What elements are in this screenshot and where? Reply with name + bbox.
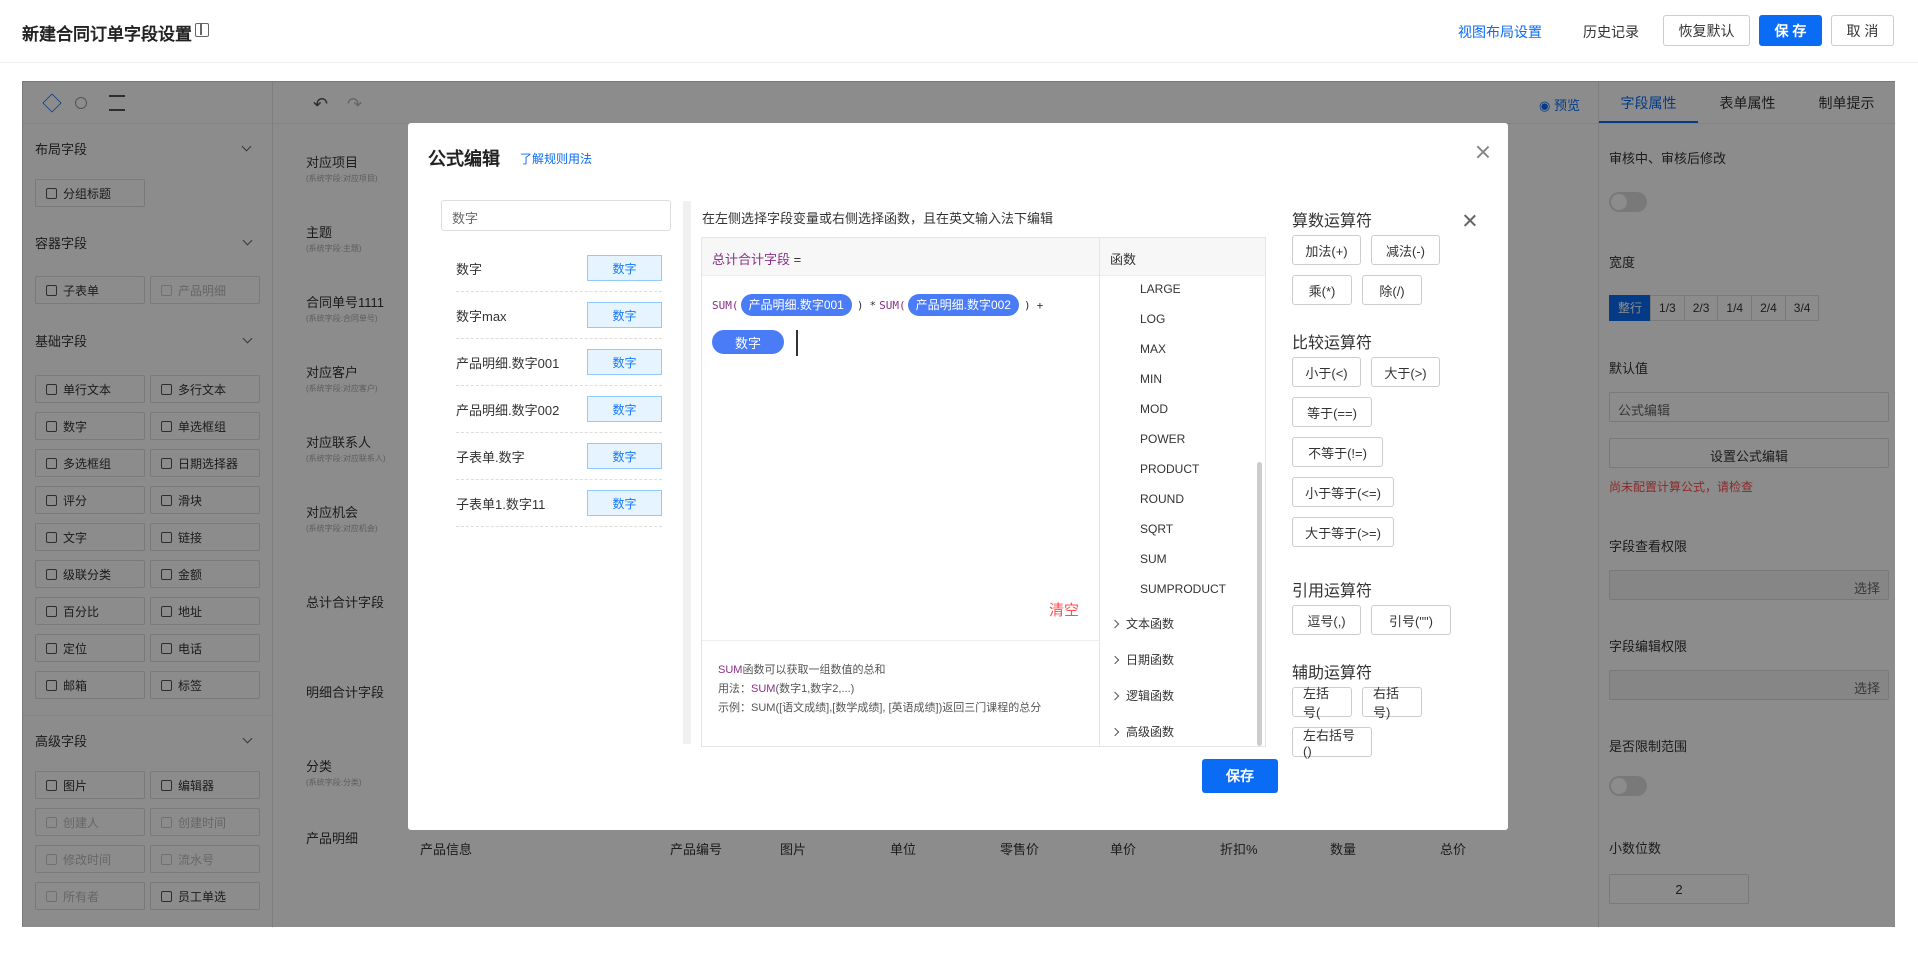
field-token[interactable]: 产品明细.数字002: [907, 294, 1019, 316]
variable-type-tag: 数字: [587, 302, 662, 328]
variable-item[interactable]: 数字max 数字: [456, 292, 662, 339]
operator-button[interactable]: 加法(+): [1292, 235, 1361, 265]
function-category[interactable]: 逻辑函数: [1112, 687, 1174, 704]
variable-type-tag: 数字: [587, 443, 662, 469]
field-token[interactable]: 产品明细.数字001: [740, 294, 852, 316]
variable-item[interactable]: 子表单1.数字11 数字: [456, 480, 662, 527]
history-link[interactable]: 历史记录: [1583, 22, 1639, 42]
function-item[interactable]: ROUND: [1140, 492, 1184, 506]
formula-dialog: 公式编辑 了解规则用法 数字 数字 数字 数字max 数字 产品明细.数字001 数字 产品…: [408, 123, 1508, 830]
function-item[interactable]: MAX: [1140, 342, 1166, 356]
variable-item[interactable]: 数字 数字: [456, 245, 662, 292]
paren-token: ): [1023, 298, 1031, 312]
operator-button[interactable]: 左右括号(): [1292, 727, 1372, 759]
help-link[interactable]: 了解规则用法: [520, 150, 592, 167]
layout-settings-link[interactable]: 视图布局设置: [1458, 22, 1542, 42]
scrollbar[interactable]: [1257, 462, 1262, 746]
close-icon[interactable]: [1474, 143, 1492, 161]
operator-button[interactable]: 大于等于(>=): [1292, 517, 1394, 547]
desc-line: 用法：SUM(数字1,数字2,...): [718, 680, 1083, 699]
variable-type-tag: 数字: [587, 490, 662, 516]
editor-hint: 在左侧选择字段变量或右侧选择函数，且在英文输入法下编辑: [702, 211, 1054, 226]
operator-button[interactable]: 等于(==): [1292, 397, 1372, 427]
clear-button[interactable]: 清空: [1049, 599, 1079, 620]
divider: [683, 201, 691, 744]
variable-item[interactable]: 子表单.数字 数字: [456, 433, 662, 480]
paren-token: ): [856, 298, 864, 312]
layout-icon[interactable]: [195, 23, 209, 37]
desc-text: 函数可以获取一组数值的总和: [742, 664, 886, 676]
editor-header: 总计合计字段 =: [702, 238, 1099, 276]
operator-button[interactable]: 减法(-): [1371, 235, 1440, 265]
operator-button[interactable]: 小于等于(<=): [1292, 477, 1394, 507]
equals-sign: =: [793, 252, 802, 267]
operator-button[interactable]: 左括号(: [1292, 686, 1352, 720]
variable-list: 数字 数字 数字max 数字 产品明细.数字001 数字 产品明细.数字002 数字 子表单.数…: [456, 245, 662, 527]
function-item[interactable]: LOG: [1140, 312, 1165, 326]
formula-editor[interactable]: 总计合计字段 = SUM( 产品明细.数字001 ) * SUM( 产品明细.数…: [701, 237, 1100, 747]
variable-name: 产品明细.数字001: [456, 355, 560, 371]
variable-type-tag: 数字: [587, 255, 662, 281]
variable-type-tag: 数字: [587, 349, 662, 375]
operator-token: +: [1036, 298, 1044, 312]
operator-group-title: 比较运算符: [1292, 335, 1373, 352]
variable-name: 数字: [456, 261, 483, 277]
desc-text: 用法：: [718, 683, 751, 695]
desc-line: 示例：SUM([语文成绩],[数学成绩], [英语成绩])返回三门课程的总分: [718, 702, 1042, 714]
function-item[interactable]: SUM: [1140, 552, 1167, 566]
operator-group-title: 引用运算符: [1292, 583, 1373, 600]
page-title: 新建合同订单字段设置: [22, 25, 192, 44]
function-item[interactable]: SQRT: [1140, 522, 1173, 536]
variable-name: 子表单1.数字11: [456, 496, 546, 512]
operator-button[interactable]: 大于(>): [1371, 357, 1440, 387]
formula-save-button[interactable]: 保存: [1202, 759, 1278, 793]
function-item[interactable]: LARGE: [1140, 282, 1181, 296]
operator-group-title: 算数运算符: [1292, 213, 1373, 230]
operator-button[interactable]: 逗号(,): [1292, 605, 1361, 635]
text-caret: [796, 330, 798, 356]
dialog-title: 公式编辑: [428, 149, 500, 169]
variable-item[interactable]: 产品明细.数字002 数字: [456, 386, 662, 433]
variable-name: 产品明细.数字002: [456, 402, 560, 418]
operator-token: *: [869, 298, 877, 312]
variable-name: 子表单.数字: [456, 449, 525, 465]
operator-button[interactable]: 引号(""): [1371, 605, 1451, 635]
function-item[interactable]: POWER: [1140, 432, 1185, 446]
function-item[interactable]: PRODUCT: [1140, 462, 1199, 476]
save-button[interactable]: 保 存: [1759, 15, 1822, 46]
formula-expression[interactable]: SUM( 产品明细.数字001 ) * SUM( 产品明细.数字002 ) +: [712, 294, 1046, 316]
operator-group-title: 辅助运算符: [1292, 665, 1373, 682]
operator-button[interactable]: 不等于(!=): [1292, 437, 1383, 467]
close-icon[interactable]: [1462, 213, 1478, 229]
function-category[interactable]: 文本函数: [1112, 615, 1174, 632]
operator-button[interactable]: 除(/): [1362, 275, 1422, 305]
function-category[interactable]: 高级函数: [1112, 723, 1174, 740]
variable-name: 数字max: [456, 308, 507, 324]
variable-type-tag: 数字: [587, 396, 662, 422]
desc-fn: SUM: [718, 664, 743, 676]
desc-line: SUM函数可以获取一组数值的总和: [718, 661, 1083, 680]
desc-fn: SUM: [751, 683, 776, 695]
function-item[interactable]: MIN: [1140, 372, 1162, 386]
function-panel-header: 函数: [1100, 238, 1265, 276]
operator-button[interactable]: 右括号): [1362, 686, 1422, 720]
top-bar: 新建合同订单字段设置 视图布局设置 历史记录 恢复默认 保 存 取 消: [0, 0, 1918, 63]
function-category[interactable]: 日期函数: [1112, 651, 1174, 668]
desc-text: (数字1,数字2,...): [775, 683, 855, 695]
function-panel: 函数 LARGE LOG MAX MIN MOD POWER PRODUCT ROUND SQR…: [1100, 237, 1266, 747]
field-token[interactable]: 数字: [712, 330, 784, 354]
function-item[interactable]: MOD: [1140, 402, 1168, 416]
variable-search-input[interactable]: 数字: [441, 200, 671, 231]
variable-item[interactable]: 产品明细.数字001 数字: [456, 339, 662, 386]
operator-button[interactable]: 小于(<): [1292, 357, 1361, 387]
function-description: SUM函数可以获取一组数值的总和 用法：SUM(数字1,数字2,...) 示例：…: [702, 640, 1099, 746]
operator-button[interactable]: 乘(*): [1292, 275, 1352, 305]
target-field: 总计合计字段: [712, 252, 791, 267]
function-item[interactable]: SUMPRODUCT: [1140, 582, 1226, 596]
restore-default-button[interactable]: 恢复默认: [1663, 15, 1750, 46]
function-token: SUM(: [879, 298, 906, 312]
function-token: SUM(: [712, 298, 739, 312]
cancel-button[interactable]: 取 消: [1831, 15, 1894, 46]
